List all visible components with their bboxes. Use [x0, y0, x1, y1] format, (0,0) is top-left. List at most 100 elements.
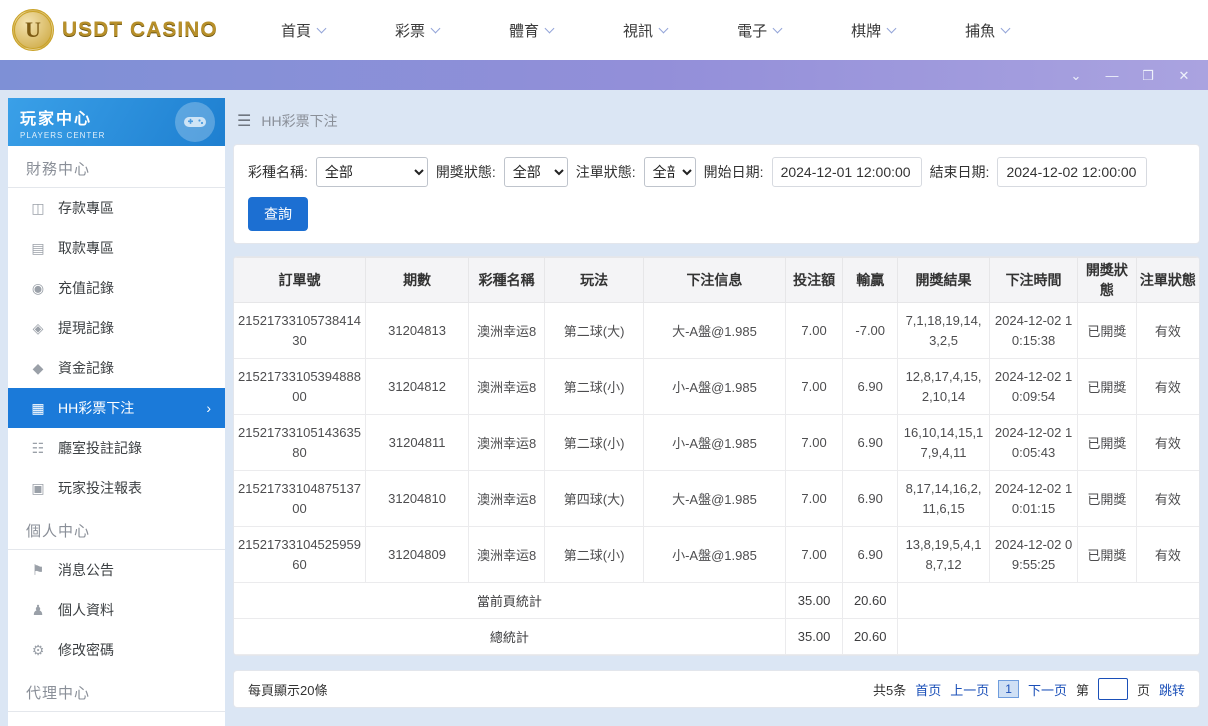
page-size-text: 每頁顯示20條 — [248, 682, 328, 698]
end-date-label: 結束日期: — [929, 164, 990, 180]
cell-lottery-name: 澳洲幸运8 — [468, 302, 546, 359]
nav-item-fishing[interactable]: 捕魚 — [929, 20, 1043, 41]
table-row: 2152173310573841430 31204813 澳洲幸运8 第二球(大… — [234, 302, 1199, 359]
sidebar-item-label: 資金記錄 — [58, 360, 114, 376]
table-row: 2152173310452595960 31204809 澳洲幸运8 第二球(小… — [234, 526, 1199, 583]
first-page-link[interactable]: 首页 — [915, 680, 941, 699]
cell-period: 31204813 — [364, 302, 470, 359]
hamburger-icon[interactable]: ☰ — [237, 111, 251, 131]
brand-logo-letter: U — [25, 17, 41, 42]
sidebar-item-recharge-record[interactable]: ◉ 充值記錄 — [8, 268, 225, 308]
cell-period: 31204811 — [364, 414, 470, 471]
next-page-link[interactable]: 下一页 — [1028, 680, 1067, 699]
cell-draw-result: 12,8,17,4,15,2,10,14 — [897, 358, 991, 415]
summary-label: 當前頁統計 — [234, 582, 786, 619]
start-date-input[interactable] — [771, 157, 922, 187]
sidebar-item-deposit[interactable]: ◫ 存款專區 — [8, 188, 225, 228]
bet-status-select[interactable]: 全部 — [643, 157, 696, 187]
cell-order-id: 2152173310514363580 — [234, 414, 366, 471]
pagination-bar: 每頁顯示20條 共5条 首页 上一页 1 下一页 第 页 跳转 — [233, 670, 1200, 708]
cell-bet-info: 小-A盤@1.985 — [643, 526, 786, 583]
cell-lottery-name: 澳洲幸运8 — [468, 358, 546, 415]
close-icon[interactable]: ✕ — [1176, 69, 1192, 82]
sidebar-item-player-bet-report[interactable]: ▣ 玩家投注報表 — [8, 468, 225, 508]
sidebar-item-hall-bet-record[interactable]: ☷ 廳室投註記錄 — [8, 428, 225, 468]
cell-winloss: 6.90 — [842, 526, 899, 583]
cell-order-id: 2152173310539488800 — [234, 358, 366, 415]
lottery-name-select[interactable]: 全部 — [315, 157, 428, 187]
nav-item-lottery[interactable]: 彩票 — [359, 20, 473, 41]
draw-status-label: 開獎狀態: — [435, 164, 496, 180]
cell-lottery-name: 澳洲幸运8 — [468, 414, 546, 471]
hall-bet-record-icon: ☷ — [31, 439, 45, 456]
filter-row: 彩種名稱: 全部 開獎狀態: 全部 注單狀態: 全部 開始日期: 結束日期: — [248, 157, 1185, 187]
content-area: 玩家中心 PLAYERS CENTER 財務中心 ◫ 存款專區 ▤ 取款專區 ◉ 充值… — [0, 90, 1208, 726]
goto-button[interactable]: 跳转 — [1159, 680, 1185, 699]
nav-item-slots[interactable]: 電子 — [701, 20, 815, 41]
person-icon: ♟ — [31, 601, 45, 618]
maximize-icon[interactable]: ❒ — [1140, 69, 1156, 82]
draw-status-select[interactable]: 全部 — [503, 157, 568, 187]
cell-play-type: 第二球(大) — [544, 302, 645, 359]
col-header-bet-time: 下注時間 — [989, 257, 1079, 303]
nav-item-label: 電子 — [737, 22, 768, 40]
cell-lottery-name: 澳洲幸运8 — [468, 470, 546, 527]
withdrawal-record-icon: ◈ — [32, 319, 44, 336]
player-report-icon: ▣ — [31, 479, 45, 496]
chevron-down-icon — [316, 23, 327, 33]
nav-item-label: 捕魚 — [965, 22, 996, 40]
section-heading-personal: 個人中心 — [8, 508, 225, 550]
cell-draw-status: 已開獎 — [1077, 358, 1137, 415]
chevron-down-icon — [544, 23, 555, 33]
prev-page-link[interactable]: 上一页 — [950, 680, 989, 699]
page-title: HH彩票下注 — [261, 113, 338, 129]
sidebar-item-change-password[interactable]: ⚙ 修改密碼 — [8, 630, 225, 670]
nav-item-label: 視訊 — [623, 22, 654, 40]
cell-bet-info: 大-A盤@1.985 — [643, 470, 786, 527]
summary-winloss: 20.60 — [842, 582, 899, 619]
gamepad-icon — [175, 102, 215, 142]
nav-item-label: 彩票 — [395, 22, 426, 40]
sidebar-item-announcements[interactable]: ⚑ 消息公告 — [8, 550, 225, 590]
goto-page-input[interactable] — [1097, 678, 1128, 700]
chevron-down-icon[interactable]: ⌄ — [1068, 69, 1084, 82]
section-heading-agent: 代理中心 — [8, 670, 225, 712]
sidebar-item-withdrawal-record[interactable]: ◈ 提現記錄 — [8, 308, 225, 348]
nav-item-home[interactable]: 首頁 — [245, 20, 359, 41]
chevron-down-icon — [1000, 23, 1011, 33]
sidebar-item-profile[interactable]: ♟ 個人資料 — [8, 590, 225, 630]
total-count-text: 共5条 — [872, 682, 907, 698]
cell-play-type: 第二球(小) — [544, 526, 645, 583]
sidebar-item-label: 消息公告 — [58, 562, 114, 578]
gear-icon: ⚙ — [31, 641, 45, 658]
summary-label: 總統計 — [234, 618, 786, 655]
cell-period: 31204809 — [364, 526, 470, 583]
sidebar-item-withdraw[interactable]: ▤ 取款專區 — [8, 228, 225, 268]
nav-item-video[interactable]: 視訊 — [587, 20, 701, 41]
cell-winloss: 6.90 — [842, 414, 899, 471]
goto-suffix-label: 页 — [1136, 682, 1150, 698]
chevron-down-icon — [772, 23, 783, 33]
search-button[interactable]: 查詢 — [248, 197, 308, 231]
cell-bet-status: 有效 — [1135, 358, 1199, 415]
cell-draw-result: 7,1,18,19,14,3,2,5 — [897, 302, 991, 359]
sidebar-item-funds-record[interactable]: ◆ 資金記錄 — [8, 348, 225, 388]
col-header-period: 期數 — [364, 257, 470, 303]
nav-item-cards[interactable]: 棋牌 — [815, 20, 929, 41]
section-heading-finance: 財務中心 — [8, 146, 225, 188]
minimize-icon[interactable]: — — [1104, 69, 1120, 82]
end-date-input[interactable] — [997, 157, 1148, 187]
col-header-order-id: 訂單號 — [234, 257, 366, 303]
cell-period: 31204812 — [364, 358, 470, 415]
table-row: 2152173310539488800 31204812 澳洲幸运8 第二球(小… — [234, 358, 1199, 415]
cell-bet-amount: 7.00 — [784, 526, 844, 583]
col-header-winloss: 輸贏 — [842, 257, 899, 303]
chevron-down-icon — [658, 23, 669, 33]
current-page-indicator: 1 — [998, 680, 1019, 698]
nav-item-sports[interactable]: 體育 — [473, 20, 587, 41]
col-header-draw-status: 開獎狀態 — [1077, 257, 1137, 303]
sidebar-item-hh-lottery-bets[interactable]: ▦ HH彩票下注 › — [8, 388, 225, 428]
cell-bet-status: 有效 — [1135, 470, 1199, 527]
summary-bet-amount: 35.00 — [784, 582, 844, 619]
cell-bet-amount: 7.00 — [784, 470, 844, 527]
